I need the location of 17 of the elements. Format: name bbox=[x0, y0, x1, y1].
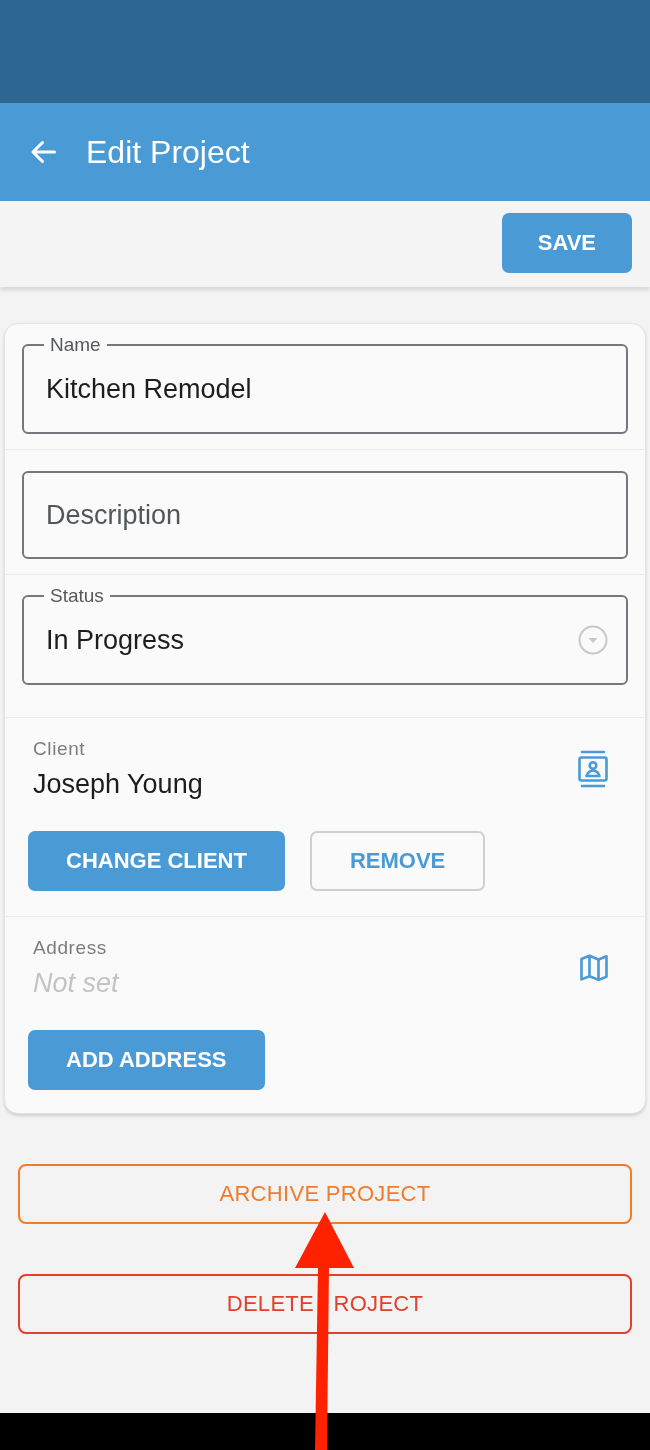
delete-project-button[interactable]: DELETE ROJECT bbox=[18, 1274, 632, 1334]
field-label: Status bbox=[49, 585, 105, 607]
field-label: Name bbox=[49, 334, 102, 356]
description-field[interactable]: Description bbox=[22, 471, 628, 559]
change-client-button[interactable]: CHANGE CLIENT bbox=[28, 831, 285, 891]
archive-project-button[interactable]: ARCHIVE PROJECT bbox=[18, 1164, 632, 1224]
screen-title: Edit Project bbox=[86, 133, 250, 171]
section-label: Client bbox=[33, 738, 86, 760]
contact-card-icon[interactable] bbox=[578, 750, 608, 788]
map-icon[interactable] bbox=[580, 954, 608, 982]
save-button[interactable]: SAVE bbox=[501, 213, 632, 273]
remove-client-button[interactable]: REMOVE bbox=[309, 831, 486, 891]
section-label: Address bbox=[33, 937, 107, 959]
dropdown-icon[interactable] bbox=[578, 625, 608, 655]
add-address-button[interactable]: ADD ADDRESS bbox=[28, 1030, 265, 1090]
back-icon[interactable] bbox=[30, 140, 56, 164]
client-name: Joseph Young bbox=[33, 768, 203, 800]
